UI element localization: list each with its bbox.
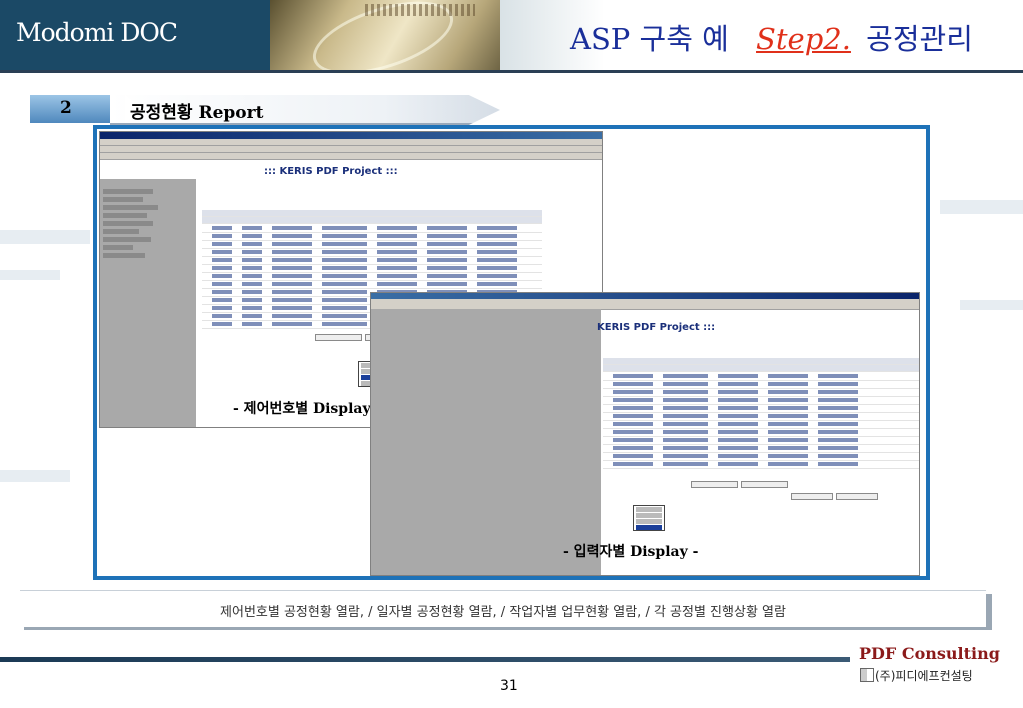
table-row[interactable]: [202, 282, 542, 289]
sidebar-nav: [100, 179, 196, 427]
table-row[interactable]: [603, 414, 919, 421]
sidebar-item: [103, 221, 153, 226]
table-header: [603, 358, 919, 365]
slide-title-prefix: ASP 구축 예: [570, 22, 729, 56]
table-row[interactable]: [603, 454, 919, 461]
sidebar-nav: [371, 309, 601, 575]
summary-text: 제어번호별 공정현황 열람, / 일자별 공정현황 열람, / 작업자별 업무현…: [220, 605, 786, 620]
header-photo: [270, 0, 500, 70]
field-dropdown[interactable]: [633, 505, 665, 531]
window-toolbar: [100, 146, 602, 153]
table-header: [603, 365, 919, 372]
table-row[interactable]: [603, 462, 919, 469]
footer-divider: [0, 657, 850, 662]
slide-header: Modomi DOC ASP 구축 예 Step2. 공정관리: [0, 0, 1023, 73]
screenshot-input-user: [370, 292, 920, 576]
section-title: 공정현황 Report: [130, 103, 264, 123]
table-row[interactable]: [202, 258, 542, 265]
section-number: 2: [60, 98, 72, 118]
brand-title: Modomi DOC: [16, 18, 178, 47]
deco-stripe: [0, 270, 60, 280]
header-brand-panel: Modomi DOC: [0, 0, 270, 70]
sidebar-item: [103, 205, 158, 210]
table-row[interactable]: [603, 422, 919, 429]
table-row[interactable]: [603, 438, 919, 445]
section-banner: 2 공정현황 Report: [30, 95, 500, 125]
table-action-button[interactable]: [741, 481, 788, 488]
sidebar-item: [103, 197, 143, 202]
summary-box: 제어번호별 공정현황 열람, / 일자별 공정현황 열람, / 작업자별 업무현…: [20, 590, 986, 627]
sidebar-item: [103, 237, 151, 242]
slide-title: ASP 구축 예 Step2. 공정관리: [570, 16, 973, 58]
table-row[interactable]: [603, 406, 919, 413]
table-row[interactable]: [603, 430, 919, 437]
caption-input-user: - 입력자별 Display -: [563, 544, 699, 560]
sidebar-item: [103, 245, 133, 250]
caption-control-number: - 제어번호별 Display -: [233, 401, 382, 417]
page-number: 31: [500, 678, 518, 694]
slide-title-suffix: 공정관리: [866, 22, 973, 56]
header-divider: [0, 70, 1023, 73]
sidebar-item: [103, 189, 153, 194]
sidebar-item: [103, 229, 139, 234]
deco-stripe: [0, 470, 70, 482]
table-row[interactable]: [603, 382, 919, 389]
table-row[interactable]: [202, 266, 542, 273]
sidebar-item: [103, 213, 147, 218]
window-menubar: [100, 139, 602, 146]
window-addressbar: [100, 153, 602, 160]
table-action-button[interactable]: [691, 481, 738, 488]
company-logo-icon: [860, 668, 874, 682]
window-titlebar: [100, 132, 602, 139]
table-header: [202, 210, 542, 217]
deco-stripe: [960, 300, 1023, 310]
nav-button[interactable]: [791, 493, 833, 500]
table-row[interactable]: [603, 398, 919, 405]
table-row[interactable]: [202, 234, 542, 241]
table-header: [202, 217, 542, 224]
table-row[interactable]: [603, 390, 919, 397]
nav-button[interactable]: [836, 493, 878, 500]
table-row[interactable]: [202, 226, 542, 233]
slide-title-step: Step2.: [756, 22, 851, 56]
table-row[interactable]: [202, 274, 542, 281]
table-row[interactable]: [603, 374, 919, 381]
table-row[interactable]: [603, 446, 919, 453]
company-sub-name: (주)피디에프컨설팅: [875, 669, 973, 683]
company-name: PDF Consulting: [859, 644, 1000, 663]
page-title-2: KERIS PDF Project :::: [597, 322, 716, 333]
page-title-1: ::: KERIS PDF Project :::: [264, 166, 398, 177]
table-action-button[interactable]: [315, 334, 362, 341]
deco-stripe: [940, 200, 1023, 214]
table-row[interactable]: [202, 242, 542, 249]
deco-stripe: [0, 230, 90, 244]
table-row[interactable]: [202, 250, 542, 257]
report-table: [603, 358, 919, 478]
sidebar-item: [103, 253, 145, 258]
